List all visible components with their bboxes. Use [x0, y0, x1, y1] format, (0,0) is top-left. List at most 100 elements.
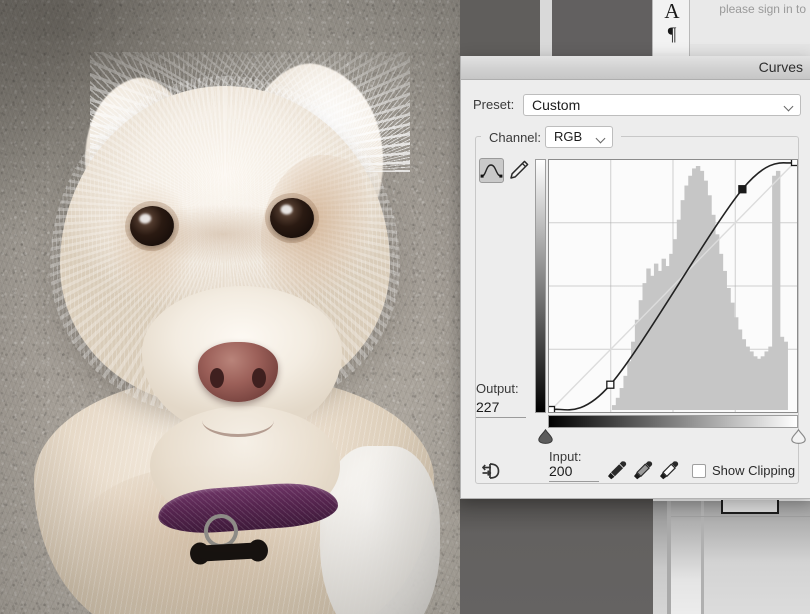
document-canvas[interactable]: [0, 0, 460, 614]
histogram-bar: [650, 275, 655, 410]
histogram-bar: [753, 356, 758, 410]
histogram-bar: [722, 270, 727, 410]
histogram-bar: [714, 234, 720, 410]
text-tool-icon[interactable]: A: [653, 0, 691, 24]
channel-label: Channel:: [489, 130, 542, 145]
page-title: Curves: [758, 59, 803, 75]
histogram-bar: [768, 346, 773, 410]
curve-control-point[interactable]: [790, 160, 798, 167]
histogram-bar: [619, 388, 625, 410]
black-point-slider[interactable]: [537, 428, 554, 444]
curve-grid[interactable]: [548, 159, 798, 413]
pencil-icon: [510, 160, 529, 179]
document-gutter: [540, 0, 552, 56]
histogram-bar: [756, 358, 762, 410]
black-point-eyedropper-button[interactable]: [606, 459, 628, 483]
histogram-bar: [673, 239, 678, 410]
histogram-bar: [684, 185, 689, 410]
histogram-bar: [783, 341, 788, 410]
gray-point-eyedropper-button[interactable]: [632, 459, 654, 483]
channel-select[interactable]: RGB: [545, 126, 613, 148]
white-point-eyedropper-button[interactable]: [658, 459, 680, 483]
histogram-bar: [741, 339, 747, 410]
curve-plot[interactable]: [549, 160, 797, 412]
histogram-bar: [764, 351, 769, 410]
histogram-bar: [669, 253, 674, 410]
histogram: [612, 166, 788, 410]
curves-panel-titlebar[interactable]: Curves: [461, 56, 810, 80]
histogram-bar: [775, 170, 781, 410]
histogram-bar: [718, 253, 724, 410]
channel-value: RGB: [554, 129, 583, 144]
histogram-bar: [692, 168, 697, 410]
app-window: A ¶ please sign in to Curves Preset: Cus…: [0, 0, 810, 614]
histogram-bar: [745, 346, 750, 410]
histogram-bar: [737, 329, 743, 410]
preset-select[interactable]: Custom: [523, 94, 801, 116]
input-gradient-strip: [548, 415, 798, 428]
histogram-bar: [779, 336, 785, 410]
input-value: 200: [549, 463, 573, 479]
white-point-eyedropper-icon: [660, 461, 679, 480]
curve-control-point[interactable]: [606, 380, 615, 389]
lower-panel-button[interactable]: [721, 500, 779, 514]
lower-panel-rule: [671, 516, 810, 517]
chevron-down-icon: [785, 103, 793, 108]
output-value: 227: [476, 399, 500, 415]
histogram-bar: [653, 263, 659, 410]
curve-point-tool-icon: [480, 164, 503, 178]
curve-control-point-selected[interactable]: [738, 185, 747, 194]
histogram-bar: [676, 219, 682, 410]
input-field[interactable]: 200: [549, 463, 599, 482]
histogram-bar: [661, 258, 666, 410]
output-label: Output:: [476, 381, 519, 396]
preset-row: Preset: Custom: [461, 94, 810, 118]
histogram-bar: [646, 268, 651, 410]
histogram-bar: [730, 302, 735, 410]
photo-vignette: [0, 0, 460, 614]
white-point-slider[interactable]: [790, 428, 807, 445]
lower-panel-column-1: [653, 499, 667, 614]
histogram-bar: [749, 351, 754, 410]
channel-row: Channel: RGB: [461, 126, 810, 150]
canvas-area-strip: [460, 0, 540, 56]
histogram-bar: [772, 175, 777, 410]
paragraph-tool-icon[interactable]: ¶: [653, 22, 691, 48]
histogram-bar: [695, 166, 701, 410]
dog-photo: [0, 0, 460, 614]
sign-in-hint: please sign in to: [719, 2, 806, 16]
histogram-bar: [726, 288, 731, 410]
curve-display-options-icon: [481, 463, 500, 479]
histogram-bar: [623, 375, 628, 410]
histogram-bar: [734, 317, 739, 410]
histogram-bar: [615, 397, 621, 410]
output-gradient-strip: [535, 159, 546, 413]
curve-display-options-button[interactable]: [481, 460, 507, 482]
histogram-bar: [760, 356, 766, 410]
show-clipping-label: Show Clipping: [712, 463, 796, 478]
curve-point-tool-button[interactable]: [479, 158, 504, 183]
input-label: Input:: [549, 449, 582, 464]
histogram-bar: [703, 180, 708, 410]
histogram-bar: [657, 270, 663, 410]
chevron-down-icon: [597, 135, 605, 140]
status-bar-right-lower: [690, 44, 810, 56]
output-field[interactable]: 227: [476, 399, 526, 418]
black-point-slider-icon: [538, 428, 553, 444]
black-point-eyedropper-icon: [608, 461, 627, 480]
show-clipping-checkbox[interactable]: [692, 464, 706, 478]
gray-point-eyedropper-icon: [634, 461, 653, 480]
preset-label: Preset:: [473, 97, 515, 112]
histogram-bar: [699, 170, 705, 410]
lower-canvas-area: [460, 499, 653, 614]
histogram-bar: [627, 361, 632, 410]
curve-control-point[interactable]: [549, 405, 556, 413]
pencil-draw-tool-button[interactable]: [506, 158, 531, 183]
text-tool-column: A ¶: [652, 0, 690, 56]
histogram-bar: [612, 405, 617, 410]
histogram-bar: [642, 283, 647, 410]
histogram-bar: [634, 319, 640, 410]
status-bar-right: please sign in to: [690, 0, 810, 44]
white-point-slider-icon: [791, 428, 806, 445]
histogram-bar: [688, 175, 693, 410]
